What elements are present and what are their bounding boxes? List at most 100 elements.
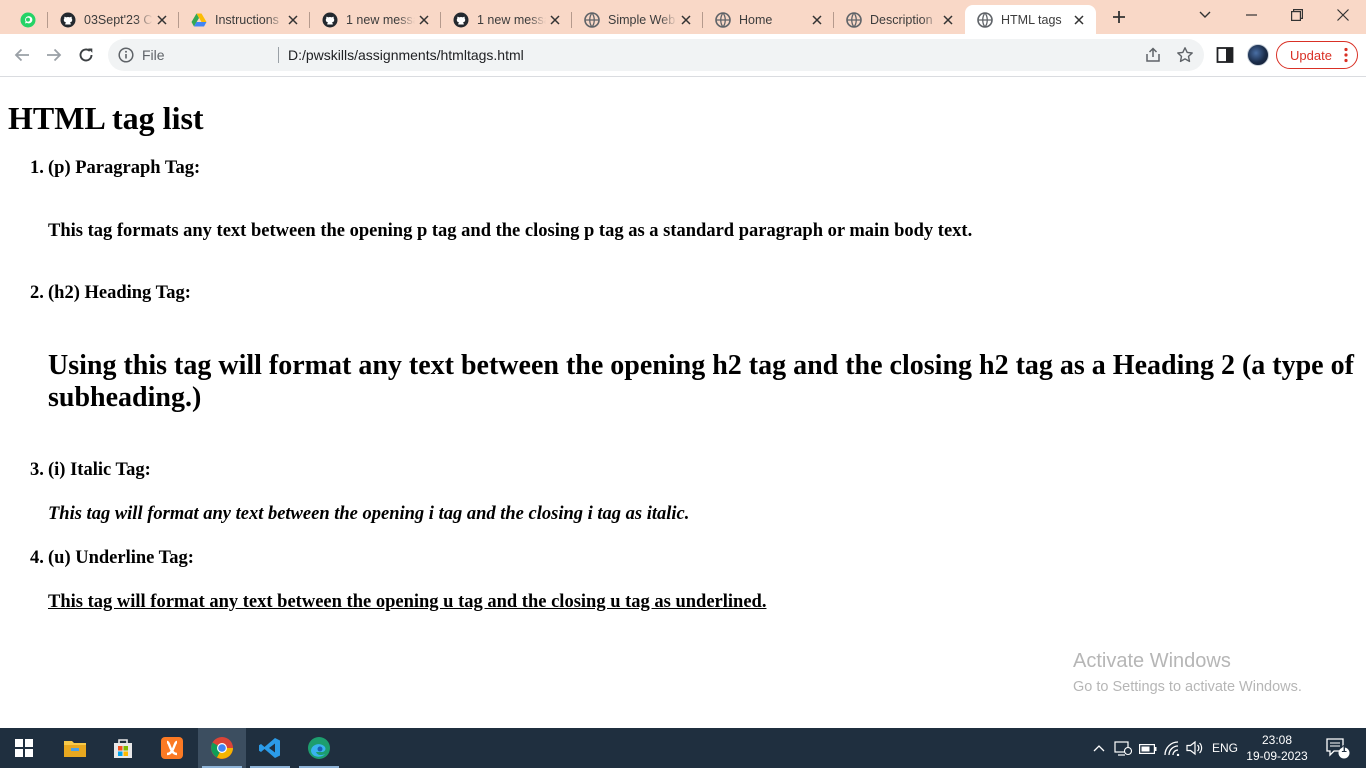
close-tab-icon[interactable]: [415, 11, 433, 29]
globe-icon: [846, 11, 862, 28]
tab-5[interactable]: Simple Web: [572, 5, 703, 34]
tab-search-button[interactable]: [1182, 0, 1228, 30]
minimize-icon: [1245, 14, 1257, 16]
github-icon: [322, 12, 338, 28]
browser-toolbar: File D:/pwskills/assignments/htmltags.ht…: [0, 34, 1366, 77]
more-options-icon: [1344, 47, 1348, 63]
share-icon[interactable]: [1144, 46, 1162, 64]
scheme-label: File: [142, 47, 165, 63]
google-drive-icon: [191, 12, 207, 28]
address-divider: [278, 47, 279, 63]
close-tab-icon[interactable]: [939, 11, 957, 29]
close-tab-icon[interactable]: [284, 11, 302, 29]
close-tab-icon[interactable]: [1070, 11, 1088, 29]
list-number: 1.: [30, 158, 44, 178]
action-center-button[interactable]: 1: [1318, 728, 1358, 768]
clock-date: 19-09-2023: [1246, 749, 1308, 763]
tab-6[interactable]: Home: [703, 5, 834, 34]
bookmark-star-icon[interactable]: [1176, 46, 1194, 64]
globe-icon: [715, 11, 731, 28]
list-heading-text: (i) Italic Tag:: [48, 460, 151, 480]
forward-button[interactable]: [41, 42, 67, 68]
heading2-example: Using this tag will format any text betw…: [48, 350, 1354, 413]
github-icon: [60, 12, 76, 28]
tab-1[interactable]: 03Sept'23 Co: [48, 5, 179, 34]
taskbar-store[interactable]: [99, 728, 147, 768]
tab-title: 1 new messa: [346, 12, 415, 27]
watermark-title: Activate Windows: [1073, 650, 1231, 672]
activate-windows-watermark: Activate Windows Go to Settings to activ…: [1073, 650, 1302, 695]
language-label: ENG: [1211, 741, 1238, 755]
tab-7[interactable]: Description: [834, 5, 965, 34]
device-icon: [1114, 741, 1132, 756]
vscode-icon: [259, 738, 280, 758]
page-title: HTML tag list: [8, 100, 204, 136]
taskbar-file-explorer[interactable]: [51, 728, 99, 768]
close-tab-icon[interactable]: [546, 11, 564, 29]
tab-title: HTML tags: [1001, 12, 1062, 27]
tray-volume[interactable]: [1184, 728, 1206, 768]
taskbar-clock[interactable]: 23:08 19-09-2023: [1246, 732, 1308, 764]
list-item-heading: 3. (i) Italic Tag:: [30, 460, 151, 481]
paragraph-example: This tag formats any text between the op…: [48, 221, 973, 241]
list-item-heading: 4. (u) Underline Tag:: [30, 548, 194, 569]
tab-3[interactable]: 1 new messa: [310, 5, 441, 34]
info-icon[interactable]: [118, 47, 134, 63]
close-icon: [1337, 9, 1349, 21]
list-number: 4.: [30, 548, 44, 568]
edge-icon: [308, 737, 330, 759]
watermark-subtitle: Go to Settings to activate Windows.: [1073, 679, 1302, 695]
start-button[interactable]: [0, 728, 48, 768]
back-button[interactable]: [9, 42, 35, 68]
update-button[interactable]: Update: [1276, 41, 1358, 69]
reload-button[interactable]: [73, 42, 99, 68]
page-content: HTML tag list 1. (p) Paragraph Tag: This …: [0, 78, 1366, 728]
tray-language[interactable]: ENG: [1208, 728, 1242, 768]
show-hidden-icons-button[interactable]: [1090, 728, 1108, 768]
close-tab-icon[interactable]: [808, 11, 826, 29]
tab-whatsapp[interactable]: [8, 5, 48, 34]
whatsapp-icon: [20, 12, 36, 28]
arrow-left-icon: [14, 48, 29, 62]
tab-4[interactable]: 1 new messa: [441, 5, 572, 34]
list-item-heading: 2. (h2) Heading Tag:: [30, 283, 191, 304]
profile-avatar[interactable]: [1247, 44, 1269, 66]
url-text[interactable]: D:/pwskills/assignments/htmltags.html: [288, 47, 524, 63]
list-heading-text: (u) Underline Tag:: [48, 548, 194, 568]
volume-icon: [1186, 740, 1203, 756]
restore-icon: [1291, 9, 1303, 21]
plus-icon: [1113, 11, 1125, 23]
taskbar-vscode[interactable]: [246, 728, 294, 768]
new-tab-button[interactable]: [1108, 6, 1130, 28]
xampp-icon: [161, 737, 183, 759]
tray-battery[interactable]: [1137, 728, 1159, 768]
github-icon: [453, 12, 469, 28]
taskbar: ENG 23:08 19-09-2023 1: [0, 728, 1366, 768]
list-item-heading: 1. (p) Paragraph Tag:: [30, 158, 200, 179]
list-heading-text: (p) Paragraph Tag:: [48, 158, 201, 178]
reload-icon: [79, 48, 93, 62]
restore-button[interactable]: [1274, 0, 1320, 30]
tab-2[interactable]: Instructions: [179, 5, 310, 34]
chevron-down-icon: [1199, 11, 1211, 18]
minimize-button[interactable]: [1228, 0, 1274, 30]
store-icon: [114, 739, 132, 758]
globe-icon: [977, 11, 993, 28]
close-tab-icon[interactable]: [153, 11, 171, 29]
tray-wifi[interactable]: [1161, 728, 1183, 768]
taskbar-xampp[interactable]: [148, 728, 196, 768]
taskbar-chrome[interactable]: [198, 728, 246, 768]
tray-device-icon[interactable]: [1112, 728, 1134, 768]
close-tab-icon[interactable]: [677, 11, 695, 29]
close-window-button[interactable]: [1320, 0, 1366, 30]
tab-title: Description: [870, 12, 933, 27]
update-label: Update: [1290, 47, 1332, 63]
tab-active-html-tags[interactable]: HTML tags: [965, 5, 1096, 34]
address-bar[interactable]: File D:/pwskills/assignments/htmltags.ht…: [108, 39, 1204, 71]
tab-title: Instructions: [215, 12, 279, 27]
notification-count: 1: [1341, 744, 1347, 755]
taskbar-edge[interactable]: [295, 728, 343, 768]
side-panel-icon[interactable]: [1216, 46, 1234, 64]
tab-title: Home: [739, 12, 773, 27]
tab-title: 1 new messa: [477, 12, 546, 27]
